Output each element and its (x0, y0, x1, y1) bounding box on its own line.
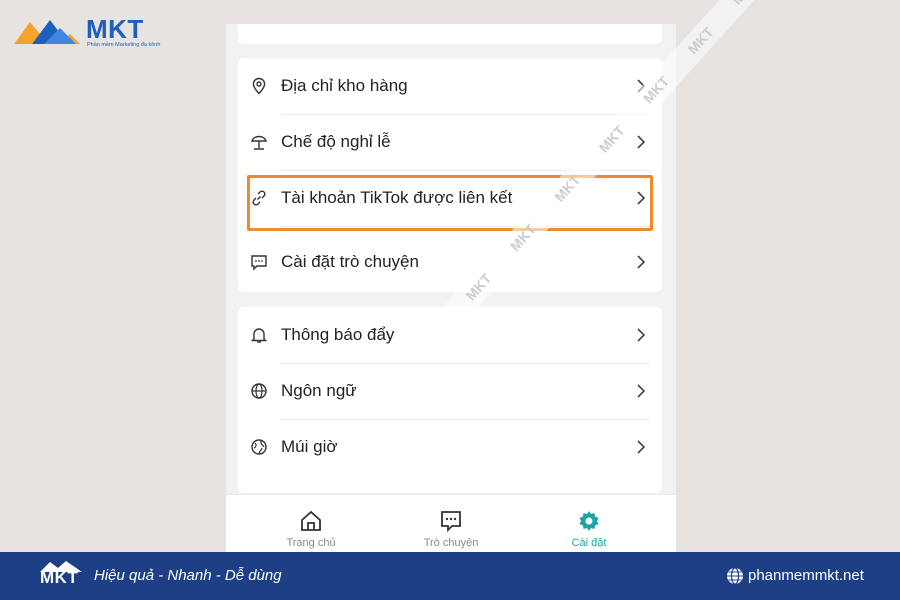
footer-banner: MKT Hiệu quả - Nhanh - Dễ dùng phanmemmk… (0, 552, 900, 600)
tab-home[interactable]: Trang chủ (236, 495, 386, 552)
footer-logo-text: MKT (40, 568, 79, 587)
settings-item-label: Ngôn ngữ (281, 381, 357, 400)
settings-item-holiday-mode[interactable]: Chế độ nghỉ lễ (238, 114, 662, 170)
brand-logo: MKT Phần mềm Marketing đa kênh (14, 12, 164, 52)
settings-card-top (238, 24, 662, 44)
world-clock-icon (250, 438, 268, 456)
settings-item-label: Múi giờ (281, 437, 338, 456)
bottom-tab-bar: Trang chủ Trò chuyện Cài đặt (226, 494, 676, 552)
settings-item-linked-tiktok-account[interactable]: Tài khoản TikTok được liên kết (238, 170, 662, 226)
chevron-right-icon (637, 135, 646, 149)
link-icon (250, 189, 268, 207)
watermark-text: MKT (684, 23, 717, 58)
tab-settings[interactable]: Cài đặt (514, 495, 664, 552)
tab-chat[interactable]: Trò chuyện (376, 495, 526, 552)
tab-label: Trò chuyện (423, 537, 479, 549)
chat-icon (441, 511, 461, 533)
home-icon (301, 510, 321, 531)
settings-item-label: Thông báo đẩy (281, 325, 395, 344)
logo-tagline: Phần mềm Marketing đa kênh (87, 42, 161, 48)
settings-item-label: Địa chỉ kho hàng (281, 76, 408, 95)
chevron-right-icon (637, 191, 646, 205)
chevron-right-icon (637, 79, 646, 93)
globe-icon (250, 382, 268, 400)
phone-screen: Địa chỉ kho hàng Chế độ nghỉ lễ Tài khoả… (226, 24, 676, 552)
footer-website-link[interactable]: phanmemmkt.net (748, 567, 864, 584)
logo-text: MKT (86, 14, 144, 44)
settings-item-timezone[interactable]: Múi giờ (238, 419, 662, 475)
chevron-right-icon (637, 255, 646, 269)
chevron-right-icon (637, 384, 646, 398)
tab-label: Trang chủ (286, 537, 336, 549)
chat-bubble-icon (250, 253, 268, 271)
settings-item-label: Cài đặt trò chuyện (281, 252, 419, 271)
mountain-logo-icon (14, 20, 80, 44)
settings-item-language[interactable]: Ngôn ngữ (238, 363, 662, 419)
location-pin-icon (250, 77, 268, 95)
settings-gear-icon (579, 511, 599, 531)
settings-item-label: Chế độ nghỉ lễ (281, 132, 391, 151)
settings-item-warehouse-address[interactable]: Địa chỉ kho hàng (238, 58, 662, 114)
settings-card-app: Thông báo đẩy Ngôn ngữ Múi giờ (238, 307, 662, 493)
chevron-right-icon (637, 328, 646, 342)
website-globe-icon (727, 567, 743, 585)
beach-umbrella-icon (250, 133, 268, 151)
footer-slogan: Hiệu quả - Nhanh - Dễ dùng (94, 567, 282, 584)
chevron-right-icon (637, 440, 646, 454)
divider (281, 226, 650, 227)
settings-item-chat-settings[interactable]: Cài đặt trò chuyện (238, 234, 662, 290)
tab-label: Cài đặt (571, 537, 607, 549)
settings-item-label: Tài khoản TikTok được liên kết (281, 188, 513, 207)
settings-card-store: Địa chỉ kho hàng Chế độ nghỉ lễ Tài khoả… (238, 58, 662, 292)
bell-icon (250, 326, 268, 344)
watermark-text: MKT (729, 0, 761, 8)
settings-item-push-notifications[interactable]: Thông báo đẩy (238, 307, 662, 363)
